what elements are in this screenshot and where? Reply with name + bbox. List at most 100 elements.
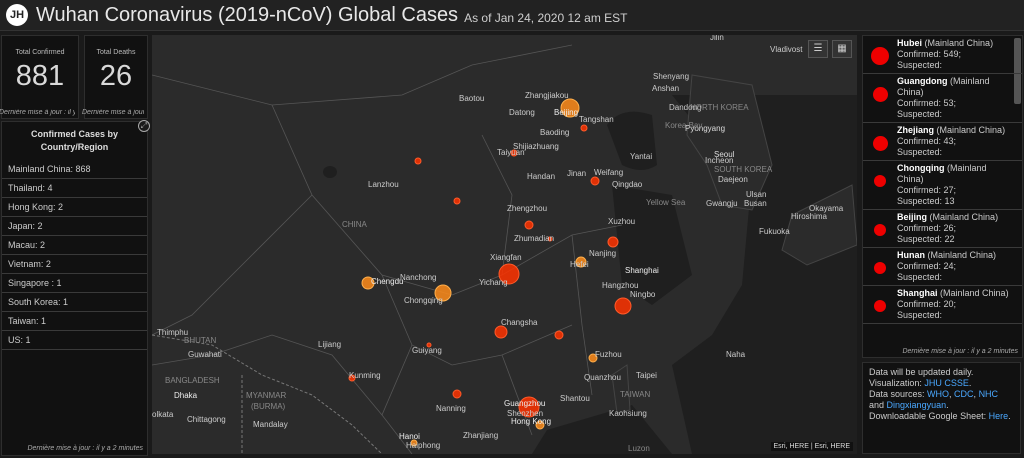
map-label: Quanzhou xyxy=(584,373,621,382)
map-label: Baotou xyxy=(459,94,484,103)
region-country: (Mainland China) xyxy=(924,38,994,48)
region-suspected: Suspected: 13 xyxy=(897,196,955,206)
map-label: olkata xyxy=(152,410,174,419)
region-item[interactable]: Hunan (Mainland China) Confirmed: 24; Susp… xyxy=(863,248,1022,286)
dingxiangyuan-link[interactable]: Dingxiangyuan xyxy=(887,400,947,410)
list-item[interactable]: US: 1 xyxy=(2,331,147,350)
list-item[interactable]: South Korea: 1 xyxy=(2,293,147,312)
total-deaths-label: Total Deaths xyxy=(96,49,136,56)
last-updated-text: Dernière mise à jour : il y xyxy=(82,109,144,116)
map-label: Zhanjiang xyxy=(463,431,498,440)
last-updated-text: Dernière mise à jour : il y xyxy=(0,109,75,116)
map-label: Vladivost xyxy=(770,45,803,54)
google-sheet-link[interactable]: Here xyxy=(989,411,1009,421)
jhu-csse-link[interactable]: JHU CSSE xyxy=(924,378,969,388)
region-country: (Mainland China) xyxy=(936,125,1006,135)
expand-icon[interactable]: ⤢ xyxy=(138,120,150,132)
map-label: Hefei xyxy=(570,260,589,269)
last-updated-text: Dernière mise à jour : il y a 2 minutes xyxy=(902,348,1018,355)
region-suspected: Suspected: xyxy=(897,147,943,157)
list-item[interactable]: Singapore : 1 xyxy=(2,274,147,293)
list-icon[interactable]: ☰ xyxy=(808,40,828,58)
map-label: Datong xyxy=(509,108,535,117)
map-label: Hiroshima xyxy=(791,212,828,221)
map-label: Yellow Sea xyxy=(646,198,686,207)
region-confirmed: Confirmed: 43; xyxy=(897,136,957,146)
list-item[interactable]: Taiwan: 1 xyxy=(2,312,147,331)
region-item[interactable]: Chongqing (Mainland China) Confirmed: 27;… xyxy=(863,161,1022,210)
region-confirmed: Confirmed: 549; xyxy=(897,49,962,59)
region-item[interactable]: Beijing (Mainland China) Confirmed: 26; Su… xyxy=(863,210,1022,248)
map-label: (BURMA) xyxy=(251,402,286,411)
as-of-date: As of Jan 24, 2020 12 am EST xyxy=(464,10,628,25)
map-label: Shenyang xyxy=(653,72,689,81)
map-label: Hanoi xyxy=(399,432,420,441)
region-name: Hubei xyxy=(897,38,923,48)
region-country: (Mainland China) xyxy=(929,212,999,222)
map-label: Zhangjiakou xyxy=(525,91,569,100)
map-label: TAIWAN xyxy=(620,390,650,399)
region-item[interactable]: Zhejiang (Mainland China) Confirmed: 43; S… xyxy=(863,123,1022,161)
region-suspected: Suspected: xyxy=(897,272,943,282)
map-label: CHINA xyxy=(342,220,368,229)
map-label: Anshan xyxy=(652,84,679,93)
map-label: Shanghai xyxy=(625,266,659,275)
list-item[interactable]: Thailand: 4 xyxy=(2,179,147,198)
list-item[interactable]: Vietnam: 2 xyxy=(2,255,147,274)
map-label: Hong Kong xyxy=(511,417,551,426)
map-label: Korea Bay xyxy=(665,121,702,130)
region-item[interactable]: Guangdong (Mainland China) Confirmed: 53;… xyxy=(863,74,1022,123)
map-label: Kunming xyxy=(349,371,381,380)
map-label: Ulsan xyxy=(746,190,766,199)
region-confirmed: Confirmed: 26; xyxy=(897,223,957,233)
map-label: Chittagong xyxy=(187,415,226,424)
map-view[interactable]: Vladivost Shenyang Anshan Dandong NORTH KORE… xyxy=(152,35,857,454)
case-dot-icon xyxy=(874,175,886,187)
map-label: Xiangfan xyxy=(490,253,522,262)
list-item[interactable]: Japan: 2 xyxy=(2,217,147,236)
region-item[interactable]: Shanghai (Mainland China) Confirmed: 20; S… xyxy=(863,286,1022,324)
map-label: Luzon xyxy=(628,444,650,453)
region-name: Chongqing xyxy=(897,163,945,173)
case-dot-icon xyxy=(872,135,888,151)
cases-heading: Confirmed Cases by Country/Region xyxy=(30,129,119,152)
cdc-link[interactable]: CDC xyxy=(954,389,974,399)
region-suspected: Suspected: 22 xyxy=(897,234,955,244)
map-label: NORTH KOREA xyxy=(690,103,749,112)
map-label: Nanning xyxy=(436,404,466,413)
list-item[interactable]: Macau: 2 xyxy=(2,236,147,255)
map-label: Weifang xyxy=(594,168,623,177)
app-header: JH Wuhan Coronavirus (2019-nCoV) Global … xyxy=(0,0,1024,31)
region-country: (Mainland China) xyxy=(927,250,997,260)
map-label: Fuzhou xyxy=(595,350,622,359)
map-label: Gwangju xyxy=(706,199,738,208)
region-name: Beijing xyxy=(897,212,928,222)
region-suspected: Suspected: xyxy=(897,60,943,70)
map-label: Daejeon xyxy=(718,175,748,184)
map-label: Okayama xyxy=(809,204,844,213)
nhc-link[interactable]: NHC xyxy=(979,389,999,399)
list-item[interactable]: Hong Kong: 2 xyxy=(2,198,147,217)
region-item[interactable]: Hubei (Mainland China) Confirmed: 549; Sus… xyxy=(863,36,1022,74)
map-label: Jilin xyxy=(710,35,724,42)
grid-icon[interactable]: ▦ xyxy=(832,40,852,58)
map-label: Mandalay xyxy=(253,420,288,429)
map-label: Baoding xyxy=(540,128,569,137)
who-link[interactable]: WHO xyxy=(927,389,949,399)
university-logo: JH xyxy=(6,4,28,26)
map-label: Beijing xyxy=(554,108,578,117)
map-label: Lijiang xyxy=(318,340,341,349)
region-suspected: Suspected: xyxy=(897,310,943,320)
map-label: MYANMAR xyxy=(246,391,287,400)
region-name: Shanghai xyxy=(897,288,938,298)
list-item[interactable]: Mainland China: 868 xyxy=(2,160,147,179)
case-dot-icon xyxy=(874,300,886,312)
map-label: Shantou xyxy=(560,394,590,403)
map-label: Guangzhou xyxy=(504,399,545,408)
map-label: Taipei xyxy=(636,371,657,380)
cases-list: Mainland China: 868 Thailand: 4 Hong Kon… xyxy=(2,160,147,350)
map-label: Yantai xyxy=(630,152,652,161)
visualization-credit: Visualization: JHU CSSE. xyxy=(869,378,972,388)
region-name: Hunan xyxy=(897,250,925,260)
map-label: Qingdao xyxy=(612,180,643,189)
